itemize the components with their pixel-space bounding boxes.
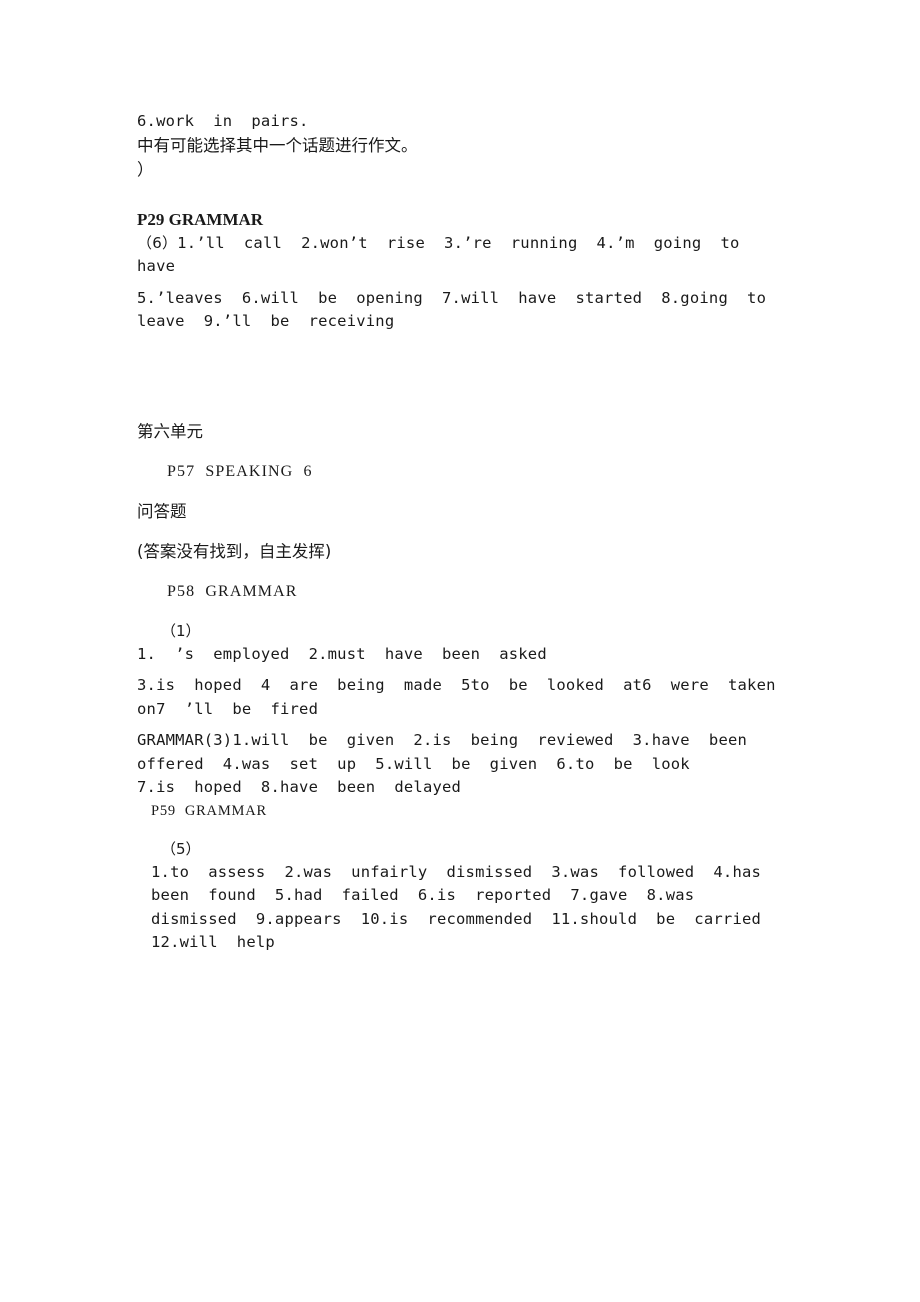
carryover-line-1: 6.work in pairs.: [137, 112, 309, 130]
carryover-line-3-paren: ）: [137, 159, 154, 179]
p29-heading: P29 GRAMMAR: [137, 209, 264, 229]
p29-answers-second: 5.’leaves 6.will be opening 7.will have …: [137, 288, 786, 331]
grammar3-answers-tail: 7.is hoped 8.have been delayed: [137, 778, 462, 796]
p57-speaking-heading: P57 SPEAKING 6: [167, 462, 313, 480]
section-p59-answers: （5） 1.to assess 2.was unfairly dismissed…: [137, 838, 785, 955]
p58-answers-second: 3.is hoped 4 are being made 5to be looke…: [137, 676, 795, 718]
section-grammar-3: GRAMMAR(3)1.will be given 2.is being rev…: [137, 729, 785, 822]
p29-answer-group-6: （6）1.’ll call 2.won’t rise 3.’re running…: [137, 232, 785, 279]
p59-group-marker: （5）: [161, 839, 201, 858]
unit-title: 第六单元: [137, 421, 203, 441]
section-p58-answers: （1） 1. ’s employed 2.must have been aske…: [137, 620, 785, 722]
document-body: 6.work in pairs. 中有可能选择其中一个话题进行作文。 ） P29…: [137, 110, 785, 955]
p29-answers-first: 1.’ll call 2.won’t rise 3.’re running 4.…: [137, 233, 759, 276]
grammar3-answers: GRAMMAR(3)1.will be given 2.is being rev…: [137, 731, 767, 773]
document-page: 6.work in pairs. 中有可能选择其中一个话题进行作文。 ） P29…: [0, 0, 920, 1302]
p58-group-marker: （1）: [161, 621, 201, 640]
carryover-line-2-chinese: 中有可能选择其中一个话题进行作文。: [137, 135, 418, 155]
answer-block-carryover: 6.work in pairs. 中有可能选择其中一个话题进行作文。 ）: [137, 110, 785, 182]
p29-group-marker: （6）: [137, 233, 178, 252]
p59-grammar-heading: P59 GRAMMAR: [151, 802, 267, 819]
p59-answers: 1.to assess 2.was unfairly dismissed 3.w…: [151, 862, 781, 952]
section-unit-six: 第六单元 P57 SPEAKING 6 问答题 (答案没有找到，自主发挥) P5…: [137, 420, 785, 604]
question-answer-note: (答案没有找到，自主发挥): [137, 541, 332, 561]
section-p29-grammar: P29 GRAMMAR （6）1.’ll call 2.won’t rise 3…: [137, 208, 785, 334]
p58-grammar-heading: P58 GRAMMAR: [167, 582, 298, 600]
p58-answers-first: 1. ’s employed 2.must have been asked: [137, 644, 547, 663]
question-answer-label: 问答题: [137, 501, 187, 521]
